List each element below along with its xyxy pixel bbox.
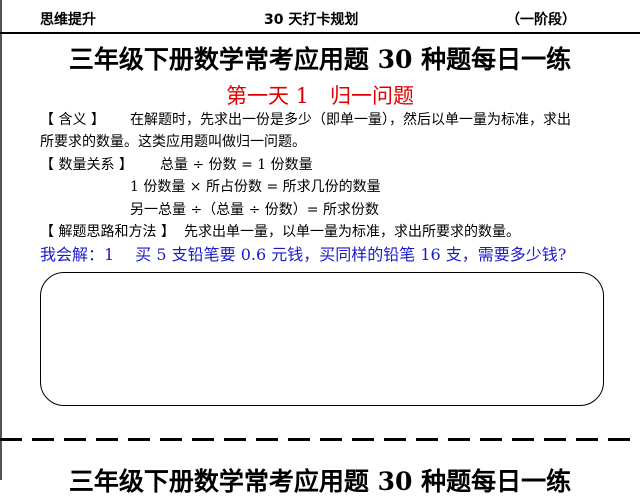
meaning-label: 【 含义 】: [40, 112, 105, 128]
header-rule: [0, 32, 640, 34]
meaning-line-1: 在解题时，先求出一份是多少（即单一量），然后以单一量为标准，求出: [130, 112, 571, 128]
meaning-line-2: 所要求的数量。这类应用题叫做归一问题。: [40, 134, 306, 150]
page-header: 思维提升 30 天打卡规划 （一阶段）: [0, 9, 640, 29]
relation-line-2: 1 份数量 × 所占份数 = 所求几份的数量: [130, 179, 381, 195]
header-right: （一阶段）: [506, 12, 576, 28]
method-label: 【 解题思路和方法 】: [40, 224, 175, 240]
relation-line-1: 总量 ÷ 份数 = 1 份数量: [160, 157, 313, 173]
next-page-title: 三年级下册数学常考应用题 30 种题每日一练: [68, 467, 572, 496]
header-center: 30 天打卡规划: [264, 12, 359, 28]
cut-line: [0, 438, 640, 441]
exercise-question: 我会解：1 买 5 支铅笔要 0.6 元钱，买同样的铅笔 16 支，需要多少钱?: [40, 245, 567, 264]
answer-box[interactable]: [40, 272, 604, 406]
page-title: 三年级下册数学常考应用题 30 种题每日一练: [68, 45, 572, 74]
method-text: 先求出单一量，以单一量为标准，求出所要求的数量。: [184, 224, 520, 240]
relations-label: 【 数量关系 】: [40, 157, 133, 173]
day-title: 第一天 1 归一问题: [225, 84, 415, 108]
relation-line-3: 另一总量 ÷（总量 ÷ 份数）= 所求份数: [130, 202, 379, 218]
header-left: 思维提升: [40, 12, 96, 28]
